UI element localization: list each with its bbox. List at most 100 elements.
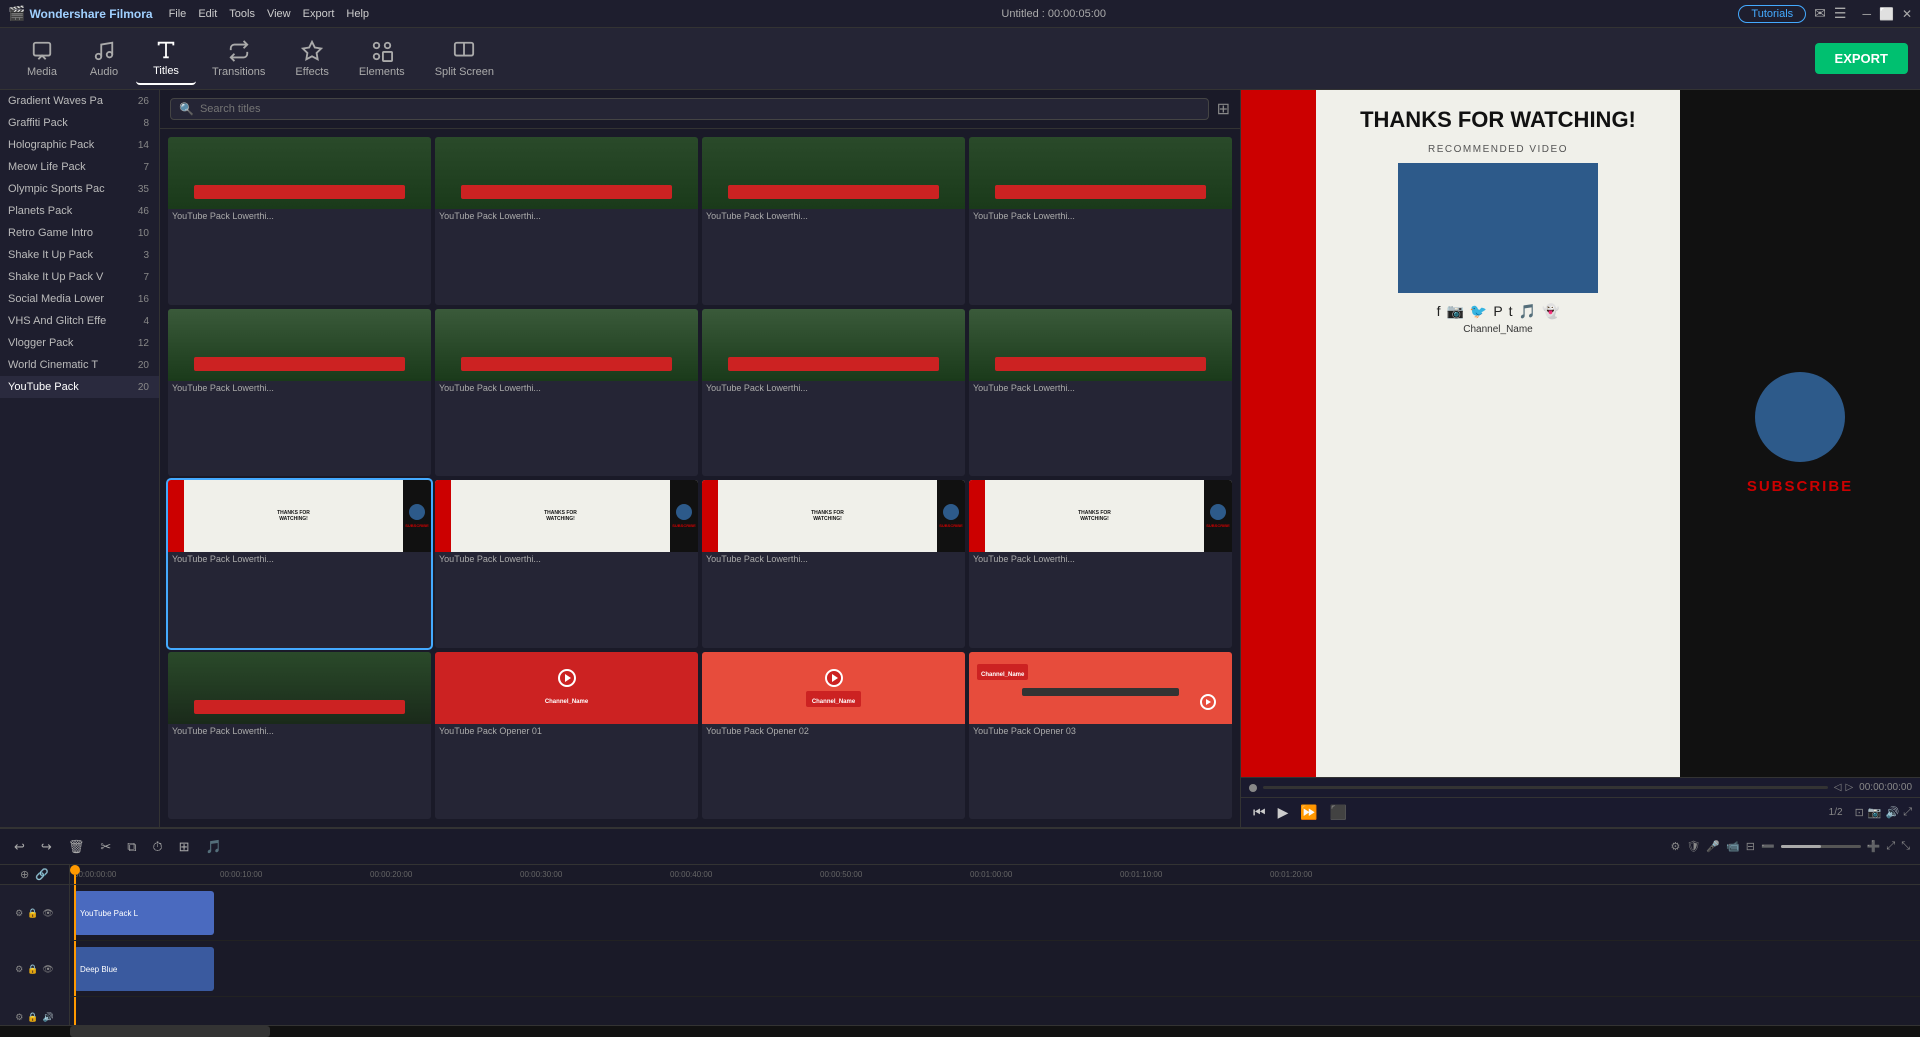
mail-icon[interactable]: ✉ [1814, 5, 1826, 22]
sidebar-item-gradient[interactable]: Gradient Waves Pa 26 [0, 90, 159, 112]
sidebar-item-shake2[interactable]: Shake It Up Pack V 7 [0, 266, 159, 288]
fullscreen-icon[interactable]: ⤢ [1903, 806, 1912, 819]
list-item[interactable]: THANKS FORWATCHING! SUBSCRIBE YouTube Pa… [969, 480, 1232, 648]
zoom-slider[interactable] [1781, 845, 1861, 848]
tab-titles[interactable]: Titles [136, 33, 196, 85]
list-item[interactable]: THANKS FORWATCHING! SUBSCRIBE YouTube Pa… [435, 480, 698, 648]
volume-icon[interactable]: 🔊 [1885, 806, 1899, 819]
snap-button[interactable]: ⊞ [175, 837, 194, 857]
timeline-scrollbar[interactable] [0, 1025, 1920, 1037]
minus-icon[interactable]: ➖ [1761, 840, 1775, 853]
next-frame-icon[interactable]: ▷ [1845, 782, 1853, 793]
track1-clip[interactable]: YouTube Pack L [74, 891, 214, 935]
sidebar-item-graffiti[interactable]: Graffiti Pack 8 [0, 112, 159, 134]
shield-icon[interactable]: 🛡 [1686, 840, 1700, 853]
list-item[interactable]: YouTube Pack Lowerthi... [168, 309, 431, 477]
menu-tools[interactable]: Tools [229, 8, 255, 20]
list-item[interactable]: Channel_Name YouTube Pack Opener 01 [435, 652, 698, 820]
list-item[interactable]: YouTube Pack Lowerthi... [168, 652, 431, 820]
delete-button[interactable]: 🗑 [64, 837, 89, 857]
sidebar-item-vlogger[interactable]: Vlogger Pack 12 [0, 332, 159, 354]
cut-button[interactable]: ✂ [96, 837, 115, 857]
tab-split-screen[interactable]: Split Screen [421, 34, 508, 84]
list-item[interactable]: YouTube Pack Lowerthi... [702, 309, 965, 477]
list-item[interactable]: Channel_Name YouTube Pack Opener 02 [702, 652, 965, 820]
track2-lock-icon[interactable]: 🔒 [27, 964, 38, 975]
audio-volume-icon[interactable]: 🔊 [43, 1012, 54, 1023]
sidebar-item-social[interactable]: Social Media Lower 16 [0, 288, 159, 310]
copy-button[interactable]: ⧉ [123, 837, 140, 857]
sidebar-item-olympic[interactable]: Olympic Sports Pac 35 [0, 178, 159, 200]
track1-lock-icon[interactable]: 🔒 [27, 908, 38, 919]
audio-settings-icon[interactable]: ⚙ [15, 1012, 23, 1023]
fit-icon[interactable]: ⤢ [1886, 840, 1895, 853]
preview-subscribe-circle [1755, 372, 1845, 462]
list-item[interactable]: Channel_Name YouTube Pack Opener 03 [969, 652, 1232, 820]
menu-edit[interactable]: Edit [198, 8, 217, 20]
preview-progress-bar[interactable] [1263, 786, 1828, 789]
tab-transitions[interactable]: Transitions [198, 34, 279, 84]
sidebar-item-youtube[interactable]: YouTube Pack 20 [0, 376, 159, 398]
list-item[interactable]: YouTube Pack Lowerthi... [435, 309, 698, 477]
sidebar-item-world[interactable]: World Cinematic T 20 [0, 354, 159, 376]
track1-settings-icon[interactable]: ⚙ [15, 908, 23, 919]
export-button[interactable]: EXPORT [1815, 43, 1908, 74]
undo-button[interactable]: ↩ [10, 837, 29, 857]
play-button[interactable]: ▶ [1274, 802, 1293, 823]
menu-view[interactable]: View [267, 8, 291, 20]
list-item[interactable]: THANKS FORWATCHING! SUBSCRIBE YouTube Pa… [168, 480, 431, 648]
menu-export[interactable]: Export [303, 8, 335, 20]
timeline-scroll-area[interactable]: 00:00:00:00 00:00:10:00 00:00:20:00 00:0… [70, 865, 1920, 1025]
search-input[interactable] [200, 103, 1200, 115]
close-button[interactable]: ✕ [1902, 7, 1912, 21]
add-media-icon[interactable]: ⊕ [20, 868, 29, 881]
tab-audio[interactable]: Audio [74, 34, 134, 84]
track2-eye-icon[interactable]: 👁 [42, 964, 53, 975]
track1-eye-icon[interactable]: 👁 [42, 908, 53, 919]
snapshot-icon[interactable]: 📷 [1868, 806, 1882, 819]
camera-icon[interactable]: 📹 [1726, 840, 1740, 853]
redo-button[interactable]: ↪ [37, 837, 56, 857]
list-item[interactable]: YouTube Pack Lowerthi... [969, 137, 1232, 305]
list-item[interactable]: YouTube Pack Lowerthi... [702, 137, 965, 305]
search-box[interactable]: 🔍 [170, 98, 1209, 120]
step-back-button[interactable]: ⏮ [1249, 802, 1270, 823]
list-item[interactable]: YouTube Pack Lowerthi... [435, 137, 698, 305]
split2-icon[interactable]: ⊟ [1746, 840, 1755, 853]
sidebar-item-meow[interactable]: Meow Life Pack 7 [0, 156, 159, 178]
menu-help[interactable]: Help [346, 8, 369, 20]
track2-clip[interactable]: Deep Blue [74, 947, 214, 991]
playhead[interactable] [74, 865, 76, 884]
tab-effects[interactable]: Effects [281, 34, 342, 84]
mic-icon[interactable]: 🎤 [1706, 840, 1720, 853]
sidebar-item-vhs[interactable]: VHS And Glitch Effe 4 [0, 310, 159, 332]
split-audio-button[interactable]: 🎵 [202, 837, 226, 857]
prev-frame-icon[interactable]: ◁ [1834, 782, 1842, 793]
settings-icon[interactable]: ⚙ [1671, 840, 1681, 853]
crop-icon[interactable]: ⊡ [1855, 806, 1864, 819]
grid-view-icon[interactable]: ⊞ [1217, 99, 1230, 119]
list-item[interactable]: THANKS FORWATCHING! SUBSCRIBE YouTube Pa… [702, 480, 965, 648]
sidebar-item-shake1[interactable]: Shake It Up Pack 3 [0, 244, 159, 266]
sidebar-item-holographic[interactable]: Holographic Pack 14 [0, 134, 159, 156]
sidebar-item-planets[interactable]: Planets Pack 46 [0, 200, 159, 222]
sidebar-item-retro[interactable]: Retro Game Intro 10 [0, 222, 159, 244]
tutorials-button[interactable]: Tutorials [1738, 5, 1806, 23]
track2-clip-label: Deep Blue [80, 965, 117, 974]
expand-icon[interactable]: ⤡ [1901, 840, 1910, 853]
minimize-button[interactable]: ─ [1862, 7, 1871, 21]
maximize-button[interactable]: ⬜ [1879, 7, 1894, 21]
audio-lock-icon[interactable]: 🔒 [27, 1012, 38, 1023]
list-item[interactable]: YouTube Pack Lowerthi... [969, 309, 1232, 477]
fast-forward-button[interactable]: ⏩ [1296, 802, 1321, 823]
tab-elements[interactable]: Elements [345, 34, 419, 84]
menu-file[interactable]: File [169, 8, 187, 20]
chain-icon[interactable]: 🔗 [35, 868, 49, 881]
tab-media[interactable]: Media [12, 34, 72, 84]
list-item[interactable]: YouTube Pack Lowerthi... [168, 137, 431, 305]
stop-button[interactable]: ⬛ [1326, 802, 1351, 823]
plus-icon[interactable]: ➕ [1867, 840, 1881, 853]
menu-icon[interactable]: ☰ [1834, 5, 1847, 22]
track2-settings-icon[interactable]: ⚙ [15, 964, 23, 975]
speed-button[interactable]: ⏱ [149, 837, 167, 857]
